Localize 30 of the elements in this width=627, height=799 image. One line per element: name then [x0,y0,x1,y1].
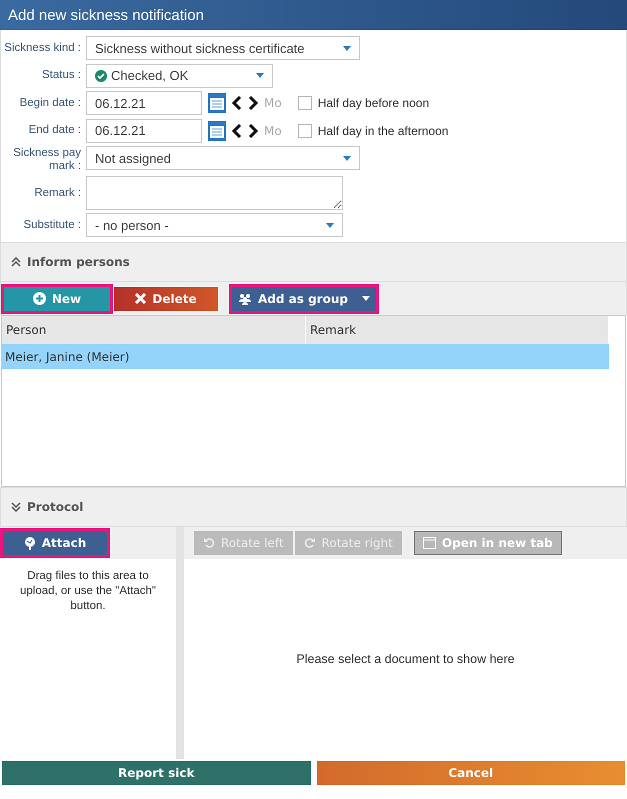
field-label: Remark : [33,186,81,200]
delete-button[interactable]: Delete [114,286,218,310]
attach-button[interactable]: Attach [3,531,107,555]
upload-hint: Drag files to this area to upload, or use the "Attach" button. [18,569,158,614]
group-button[interactable]: Add as group [232,286,376,310]
weekday-label: Mo [264,96,282,110]
table-row[interactable]: Meier, Janine (Meier) [2,344,609,369]
section-header[interactable]: Inform persons [0,242,627,282]
weekday-label: Mo [264,124,282,138]
dropdown[interactable]: Sickness without sickness certificate [86,36,360,60]
section-title: Protocol [27,500,84,514]
dropdown[interactable]: - no person - [86,213,343,238]
field-label: Substitute : [22,219,81,232]
field-label: Sickness pay mark : [12,146,81,173]
dropdown[interactable]: Not assigned [86,146,360,170]
report-button[interactable]: Report sick [2,761,310,785]
window-title: Add new sickness notification [0,0,627,30]
new-button[interactable]: New [4,286,110,310]
field-label: Status : [41,69,81,82]
checkbox-label: Half day before noon [318,96,430,110]
field-label: End date : [28,124,81,138]
section-header[interactable]: Protocol [0,487,627,527]
dropdown[interactable]: Checked, OK [86,64,273,88]
section-title: Inform persons [27,255,130,269]
empty-message: Please select a document to show here [296,652,515,666]
date-field[interactable]: 06.12.21 [86,91,202,116]
checkbox-label: Half day in the afternoon [318,124,448,138]
field-label: Begin date : [18,96,81,110]
date-field[interactable]: 06.12.21 [86,118,202,143]
field-label: Sickness kind : [3,42,81,55]
